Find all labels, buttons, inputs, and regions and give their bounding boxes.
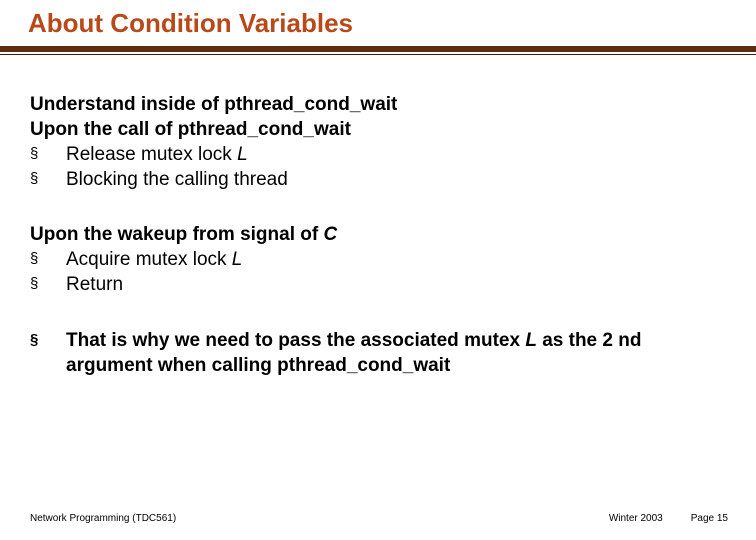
bullet-marker: § <box>30 247 66 271</box>
text-part: Upon the wakeup from signal of <box>30 224 323 245</box>
title-rule-thin <box>0 54 756 55</box>
section1-heading2: Upon the call of pthread_cond_wait <box>30 117 720 142</box>
text-part: Acquire mutex lock <box>66 249 232 270</box>
bullet-text: Return <box>66 272 720 297</box>
bullet-item: § Blocking the calling thread <box>30 167 720 192</box>
bullet-text: That is why we need to pass the associat… <box>66 328 720 378</box>
section2-heading: Upon the wakeup from signal of C <box>30 222 720 247</box>
text-emphasis: L <box>525 330 537 351</box>
section1-heading1: Understand inside of pthread_cond_wait <box>30 92 720 117</box>
text-part: Release mutex lock <box>66 144 237 165</box>
text-emphasis: C <box>323 224 337 245</box>
text-part: That is why we need to pass the associat… <box>66 330 525 351</box>
text-emphasis: L <box>237 144 248 165</box>
footer-right: Page 15 <box>691 513 728 524</box>
slide-content: Understand inside of pthread_cond_wait U… <box>30 92 720 378</box>
bullet-marker: § <box>30 272 66 296</box>
footer-left: Network Programming (TDC561) <box>30 513 176 524</box>
bullet-marker: § <box>30 167 66 191</box>
bullet-marker: § <box>30 328 66 352</box>
bullet-text: Acquire mutex lock L <box>66 247 720 272</box>
slide-footer: Network Programming (TDC561) Winter 2003… <box>30 513 728 524</box>
slide-title: About Condition Variables <box>28 8 353 39</box>
bullet-item: § Acquire mutex lock L <box>30 247 720 272</box>
footer-mid: Winter 2003 <box>609 513 663 524</box>
bullet-item: § Release mutex lock L <box>30 142 720 167</box>
text-emphasis: L <box>232 249 243 270</box>
bullet-item: § Return <box>30 272 720 297</box>
bullet-text: Release mutex lock L <box>66 142 720 167</box>
title-rule-thick <box>0 46 756 52</box>
bullet-marker: § <box>30 142 66 166</box>
bullet-item: § That is why we need to pass the associ… <box>30 328 720 378</box>
bullet-text: Blocking the calling thread <box>66 167 720 192</box>
